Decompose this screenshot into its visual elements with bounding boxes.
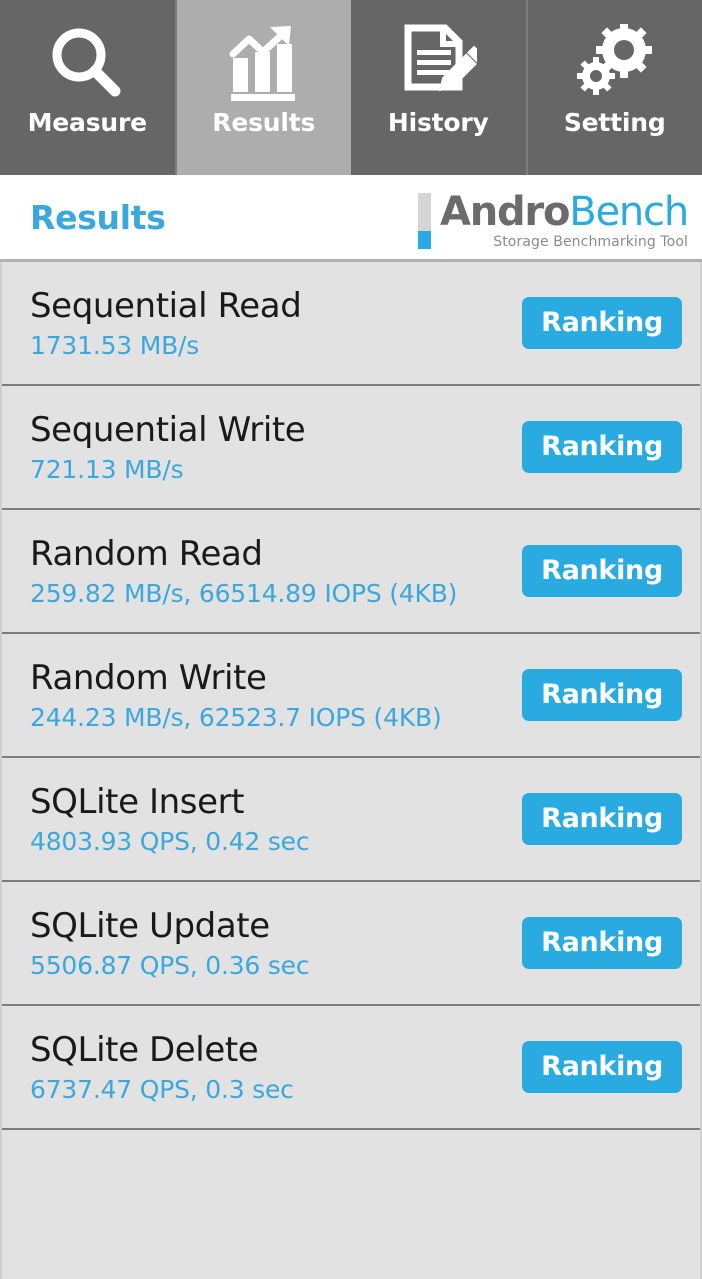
tab-setting[interactable]: Setting	[527, 0, 702, 175]
tab-results[interactable]: Results	[176, 0, 351, 175]
page-title: Results	[30, 197, 166, 237]
tab-measure-label: Measure	[27, 108, 147, 137]
tab-history-label: History	[387, 108, 489, 137]
gears-icon	[576, 22, 654, 104]
tab-setting-label: Setting	[563, 108, 666, 137]
androbench-app: Measure Results History Setting Results …	[0, 0, 702, 1279]
ranking-button[interactable]: Ranking	[522, 545, 682, 597]
table-row[interactable]: Random Read 259.82 MB/s, 66514.89 IOPS (…	[2, 510, 700, 634]
result-value: 4803.93 QPS, 0.42 sec	[30, 826, 310, 856]
tab-history[interactable]: History	[351, 0, 528, 175]
androbench-logo: AndroBench Storage Benchmarking Tool	[417, 187, 689, 250]
result-name: Random Write	[30, 657, 267, 698]
result-value: 259.82 MB/s, 66514.89 IOPS (4KB)	[30, 578, 458, 608]
page-header: Results AndroBench Storage Benchmarking …	[0, 175, 702, 262]
result-name: Sequential Read	[30, 285, 302, 326]
result-value: 5506.87 QPS, 0.36 sec	[30, 950, 310, 980]
result-texts: Sequential Write 721.13 MB/s	[30, 409, 306, 486]
result-value: 244.23 MB/s, 62523.7 IOPS (4KB)	[30, 702, 442, 732]
result-name: SQLite Delete	[30, 1029, 259, 1070]
document-pencil-icon	[399, 22, 478, 104]
table-row[interactable]: SQLite Insert 4803.93 QPS, 0.42 sec Rank…	[2, 758, 700, 882]
main-tabbar: Measure Results History Setting	[0, 0, 702, 175]
table-row[interactable]: Sequential Read 1731.53 MB/s Ranking	[2, 262, 700, 386]
result-texts: SQLite Insert 4803.93 QPS, 0.42 sec	[30, 781, 310, 858]
table-row[interactable]: SQLite Update 5506.87 QPS, 0.36 sec Rank…	[2, 882, 700, 1006]
result-value: 6737.47 QPS, 0.3 sec	[30, 1074, 294, 1104]
result-texts: Sequential Read 1731.53 MB/s	[30, 285, 302, 362]
logo-word-bench: Bench	[569, 189, 689, 235]
ranking-button[interactable]: Ranking	[522, 793, 682, 845]
result-value: 1731.53 MB/s	[30, 330, 200, 360]
tab-measure[interactable]: Measure	[0, 0, 177, 175]
ranking-button[interactable]: Ranking	[522, 421, 682, 473]
result-value: 721.13 MB/s	[30, 454, 184, 484]
ranking-button[interactable]: Ranking	[522, 669, 682, 721]
logo-accent-bar	[417, 193, 431, 249]
result-name: Sequential Write	[30, 409, 306, 450]
results-list: Sequential Read 1731.53 MB/s Ranking Seq…	[0, 262, 702, 1279]
ranking-button[interactable]: Ranking	[522, 917, 682, 969]
result-name: SQLite Insert	[30, 781, 245, 822]
result-texts: Random Write 244.23 MB/s, 62523.7 IOPS (…	[30, 657, 442, 734]
result-name: Random Read	[30, 533, 263, 574]
logo-accent-bar-top	[417, 193, 431, 231]
result-texts: Random Read 259.82 MB/s, 66514.89 IOPS (…	[30, 533, 457, 610]
logo-text: AndroBench Storage Benchmarking Tool	[439, 189, 689, 250]
magnifier-icon	[48, 22, 126, 104]
result-texts: SQLite Delete 6737.47 QPS, 0.3 sec	[30, 1029, 294, 1106]
table-row[interactable]: Random Write 244.23 MB/s, 62523.7 IOPS (…	[2, 634, 700, 758]
table-row[interactable]: Sequential Write 721.13 MB/s Ranking	[2, 386, 700, 510]
tab-results-label: Results	[212, 108, 316, 137]
result-name: SQLite Update	[30, 905, 270, 946]
logo-accent-bar-bottom	[417, 231, 431, 249]
result-texts: SQLite Update 5506.87 QPS, 0.36 sec	[30, 905, 310, 982]
ranking-button[interactable]: Ranking	[522, 1041, 682, 1093]
bar-chart-icon	[225, 22, 303, 104]
table-row[interactable]: SQLite Delete 6737.47 QPS, 0.3 sec Ranki…	[2, 1006, 700, 1130]
ranking-button[interactable]: Ranking	[522, 297, 682, 349]
logo-subtitle: Storage Benchmarking Tool	[493, 234, 688, 250]
logo-word-andro: Andro	[439, 189, 570, 235]
logo-wordmark: AndroBench	[439, 189, 689, 235]
